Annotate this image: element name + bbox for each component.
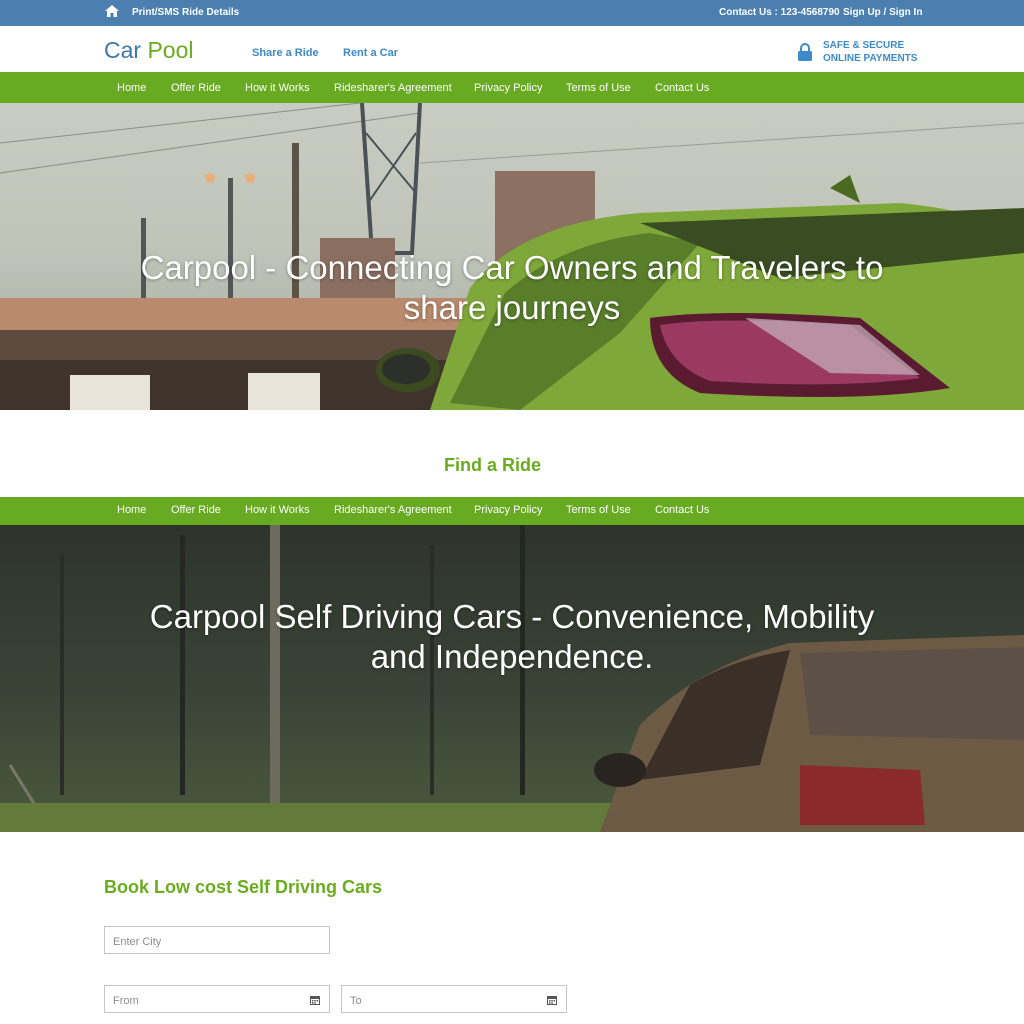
secure-payments-badge: SAFE & SECURE ONLINE PAYMENTS xyxy=(823,39,917,65)
hero-2-title-line-2: and Independence. xyxy=(370,638,654,675)
hero-2-title-line-1: Carpool Self Driving Cars - Convenience,… xyxy=(149,598,875,635)
secondary-nav: Home Offer Ride How it Works Ridesharer'… xyxy=(0,497,1024,525)
nav-privacy-policy[interactable]: Privacy Policy xyxy=(474,82,542,94)
main-nav: Home Offer Ride How it Works Ridesharer'… xyxy=(0,72,1024,103)
to-placeholder: To xyxy=(350,995,362,1007)
share-ride-link[interactable]: Share a Ride xyxy=(252,47,319,59)
secure-line-2: ONLINE PAYMENTS xyxy=(823,53,918,64)
hero-banner-1: Carpool - Connecting Car Owners and Trav… xyxy=(0,103,1024,410)
home-icon[interactable] xyxy=(104,4,120,18)
nav-ridesharers-agreement[interactable]: Ridesharer's Agreement xyxy=(334,82,452,94)
nav-privacy-policy[interactable]: Privacy Policy xyxy=(474,504,542,516)
nav-contact-us[interactable]: Contact Us xyxy=(655,504,709,516)
nav-offer-ride[interactable]: Offer Ride xyxy=(171,82,221,94)
city-placeholder: Enter City xyxy=(113,936,162,948)
signup-signin-link[interactable]: Sign Up / Sign In xyxy=(843,7,922,18)
find-ride-heading: Find a Ride xyxy=(443,455,541,475)
hero-banner-2: Carpool Self Driving Cars - Convenience,… xyxy=(0,525,1024,832)
secure-line-1: SAFE & SECURE xyxy=(823,40,905,51)
rent-car-link[interactable]: Rent a Car xyxy=(343,47,398,59)
site-header: Car Pool Share a Ride Rent a Car SAFE & … xyxy=(0,26,1024,72)
logo-car-text: Car xyxy=(104,37,142,63)
lock-icon xyxy=(798,43,812,61)
nav-offer-ride[interactable]: Offer Ride xyxy=(171,504,221,516)
nav-ridesharers-agreement[interactable]: Ridesharer's Agreement xyxy=(334,504,452,516)
nav-how-it-works[interactable]: How it Works xyxy=(245,82,310,94)
contact-phone: Contact Us : 123-4568790 xyxy=(719,7,840,18)
from-date-input[interactable]: From xyxy=(104,985,330,1013)
nav-terms-of-use[interactable]: Terms of Use xyxy=(566,504,631,516)
hero-2-background-image xyxy=(0,525,1024,832)
to-date-input[interactable]: To xyxy=(341,985,567,1013)
city-input[interactable]: Enter City xyxy=(104,926,330,954)
nav-home[interactable]: Home xyxy=(117,504,146,516)
nav-how-it-works[interactable]: How it Works xyxy=(245,504,310,516)
hero-2-title: Carpool Self Driving Cars - Convenience,… xyxy=(0,597,1024,677)
from-placeholder: From xyxy=(113,995,139,1007)
hero-1-title-line-2: share journeys xyxy=(403,289,621,326)
calendar-icon[interactable] xyxy=(310,995,320,1005)
calendar-icon[interactable] xyxy=(547,995,557,1005)
nav-home[interactable]: Home xyxy=(117,82,146,94)
logo-pool-text: Pool xyxy=(147,37,194,63)
site-logo[interactable]: Car Pool xyxy=(104,37,194,63)
hero-1-title-line-1: Carpool - Connecting Car Owners and Trav… xyxy=(140,249,884,286)
nav-contact-us[interactable]: Contact Us xyxy=(655,82,709,94)
nav-terms-of-use[interactable]: Terms of Use xyxy=(566,82,631,94)
hero-1-title: Carpool - Connecting Car Owners and Trav… xyxy=(0,248,1024,328)
booking-heading: Book Low cost Self Driving Cars xyxy=(104,877,383,897)
print-sms-link[interactable]: Print/SMS Ride Details xyxy=(132,7,239,18)
top-bar: Print/SMS Ride Details Contact Us : 123-… xyxy=(0,0,1024,26)
